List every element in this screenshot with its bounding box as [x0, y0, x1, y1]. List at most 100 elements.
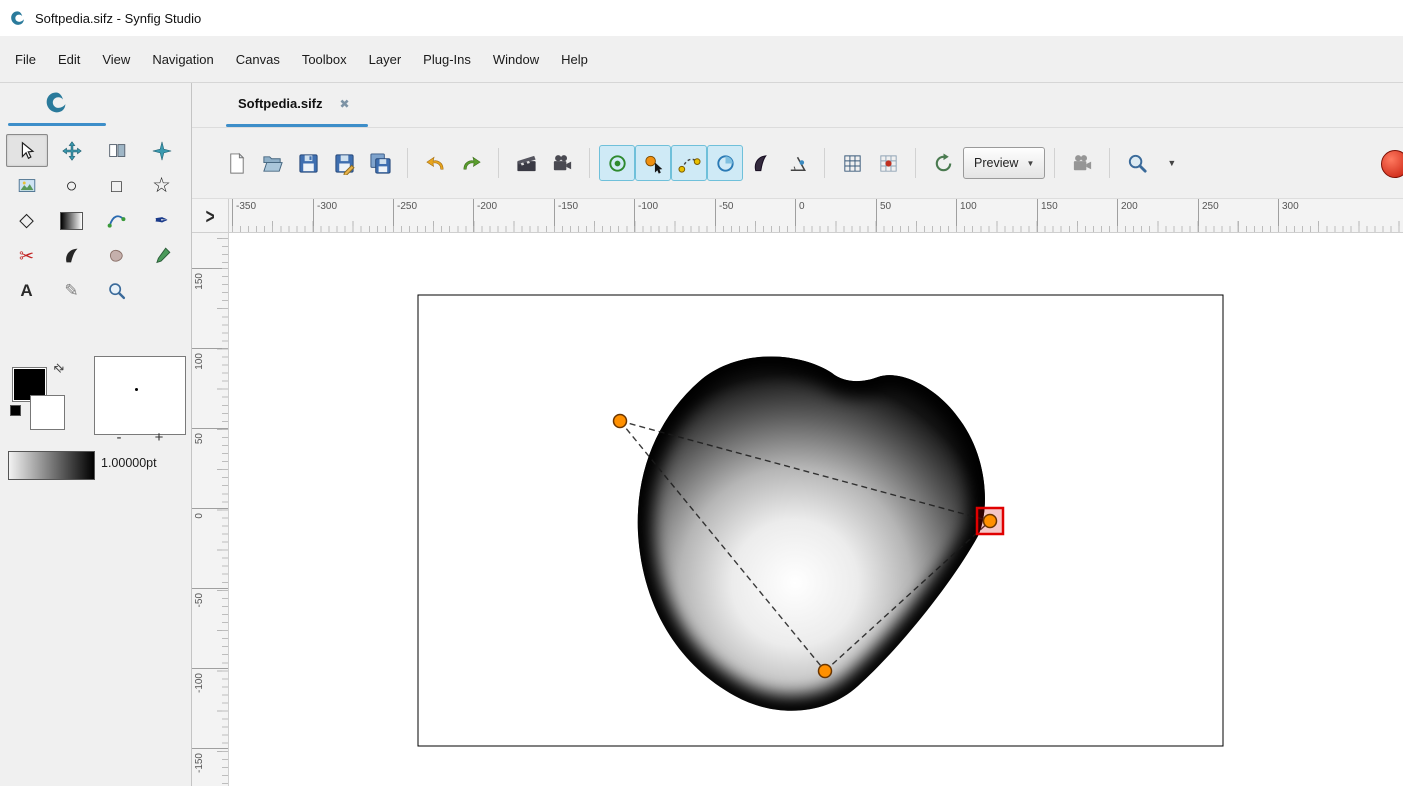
gradient-swatch[interactable] — [8, 451, 95, 480]
menu-plugins[interactable]: Plug-Ins — [412, 46, 482, 73]
record-button[interactable] — [1381, 150, 1403, 178]
menu-view[interactable]: View — [91, 46, 141, 73]
canvas-drawing[interactable] — [229, 233, 1403, 786]
ruler-label: 250 — [1202, 201, 1219, 212]
menu-window[interactable]: Window — [482, 46, 550, 73]
toolbar-separator — [824, 148, 825, 178]
menu-canvas[interactable]: Canvas — [225, 46, 291, 73]
selected-handle[interactable] — [984, 515, 997, 528]
toggle-angle-handles-button[interactable] — [779, 145, 815, 181]
ruler-label: -150 — [558, 201, 578, 212]
vertical-ruler[interactable]: 150 100 50 0 -50 -100 -150 — [192, 233, 229, 786]
menu-toolbox[interactable]: Toolbox — [291, 46, 358, 73]
rectangle-tool-button[interactable]: □ — [96, 169, 138, 202]
scale-tool-button[interactable] — [141, 134, 183, 167]
undo-button[interactable] — [417, 145, 453, 181]
save-as-button[interactable] — [326, 145, 362, 181]
width-handle-icon — [750, 152, 773, 175]
fill-color-swatch[interactable] — [30, 395, 65, 430]
open-folder-icon — [261, 152, 284, 175]
menu-help[interactable]: Help — [550, 46, 599, 73]
menu-edit[interactable]: Edit — [47, 46, 91, 73]
save-all-icon — [369, 152, 392, 175]
redo-button[interactable] — [453, 145, 489, 181]
menu-file[interactable]: File — [4, 46, 47, 73]
horizontal-ruler[interactable]: -350 -300 -250 -200 -150 -100 -50 0 50 1… — [229, 199, 1403, 233]
tab-close-icon[interactable]: ✖ — [340, 97, 350, 111]
polygon-tool-button[interactable]: ◇ — [6, 204, 48, 237]
ruler-corner[interactable]: > — [192, 199, 229, 233]
decrease-brush-size-button[interactable]: - — [106, 429, 132, 446]
sketch-tool-button[interactable] — [6, 169, 48, 202]
position-handle[interactable] — [819, 665, 832, 678]
new-file-button[interactable] — [218, 145, 254, 181]
brush-dot — [135, 388, 138, 391]
swap-colors-icon[interactable]: ⇄ — [51, 359, 68, 376]
canvas-area[interactable] — [229, 233, 1403, 786]
preview-quality-label: Preview — [974, 156, 1018, 170]
ruler-label: 300 — [1282, 201, 1299, 212]
transform-tool-button[interactable] — [6, 134, 48, 167]
fill-tool-button[interactable] — [96, 239, 138, 272]
snap-to-grid-button[interactable] — [870, 145, 906, 181]
toolbox-tab[interactable] — [0, 83, 191, 129]
circle-tool-button[interactable]: ○ — [51, 169, 93, 202]
preview-quality-dropdown[interactable]: Preview ▼ — [963, 147, 1045, 179]
render-preview-button[interactable] — [1064, 145, 1100, 181]
default-colors-icon[interactable] — [10, 405, 21, 416]
angle-handle-icon — [786, 152, 809, 175]
mirror-tool-button[interactable] — [96, 134, 138, 167]
magnifier-icon — [1126, 152, 1149, 175]
toolbar-separator — [498, 148, 499, 178]
line-width-value[interactable]: 1.00000pt — [101, 456, 157, 470]
zoom-dropdown-icon[interactable]: ▼ — [1167, 158, 1176, 168]
pencil-icon: ✎ — [64, 282, 78, 299]
toggle-position-handles-button[interactable] — [599, 145, 635, 181]
preview-render-button[interactable] — [544, 145, 580, 181]
chevron-down-icon: ▼ — [1026, 159, 1034, 168]
ruler-label: -50 — [194, 593, 205, 607]
radius-handle-icon — [714, 152, 737, 175]
width-tool-button[interactable]: ✎ — [51, 274, 93, 307]
brush-tool-button[interactable] — [51, 239, 93, 272]
toggle-radius-handles-button[interactable] — [707, 145, 743, 181]
new-file-icon — [225, 152, 248, 175]
zoom-button[interactable] — [1119, 145, 1155, 181]
menu-navigation[interactable]: Navigation — [141, 46, 224, 73]
open-file-button[interactable] — [254, 145, 290, 181]
cutout-tool-button[interactable]: ✂ — [6, 239, 48, 272]
brush-icon — [61, 245, 83, 267]
toggle-width-handles-button[interactable] — [743, 145, 779, 181]
save-button[interactable] — [290, 145, 326, 181]
spline-tool-button[interactable] — [96, 204, 138, 237]
ruler-label: 50 — [880, 201, 891, 212]
ruler-label: 0 — [799, 201, 805, 212]
text-tool-button[interactable]: A — [6, 274, 48, 307]
synfig-studio-window: Softpedia.sifz - Synfig Studio File Edit… — [0, 0, 1403, 786]
tool-grid: ○ □ ☆ ◇ ✒ ✂ A ✎ — [0, 129, 191, 308]
show-grid-button[interactable] — [834, 145, 870, 181]
eyedrop-tool-button[interactable] — [141, 239, 183, 272]
document-tab-bar: Softpedia.sifz ✖ — [192, 83, 1403, 128]
active-tab-indicator — [8, 123, 106, 126]
toolbox-panel: ○ □ ☆ ◇ ✒ ✂ A ✎ ⇄ — [0, 83, 192, 786]
ruler-label: -350 — [236, 201, 256, 212]
document-tab[interactable]: Softpedia.sifz ✖ — [238, 83, 350, 124]
position-handle[interactable] — [614, 415, 627, 428]
gradient-tool-button[interactable] — [51, 204, 93, 237]
star-tool-button[interactable]: ☆ — [141, 169, 183, 202]
toggle-vertex-handles-button[interactable] — [635, 145, 671, 181]
zoom-tool-button[interactable] — [96, 274, 138, 307]
draw-tool-button[interactable]: ✒ — [141, 204, 183, 237]
save-all-button[interactable] — [362, 145, 398, 181]
position-handle-icon — [606, 152, 629, 175]
menu-layer[interactable]: Layer — [358, 46, 413, 73]
smooth-move-tool-button[interactable] — [51, 134, 93, 167]
refresh-button[interactable] — [925, 145, 961, 181]
camera-icon — [1071, 152, 1094, 175]
toolbar-separator — [589, 148, 590, 178]
toggle-tangent-handles-button[interactable] — [671, 145, 707, 181]
fill-icon — [106, 245, 128, 267]
increase-brush-size-button[interactable]: + — [146, 429, 172, 446]
render-button[interactable] — [508, 145, 544, 181]
